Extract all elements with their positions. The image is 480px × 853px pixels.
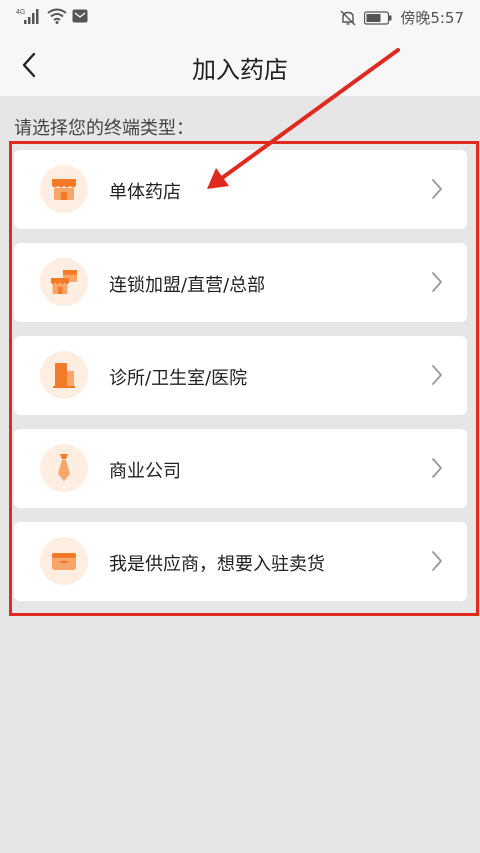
chain-stores-icon (40, 258, 88, 306)
chevron-right-icon (432, 272, 442, 292)
option-single-pharmacy[interactable]: 单体药店 (14, 150, 467, 229)
option-label: 我是供应商，想要入驻卖货 (109, 554, 325, 575)
option-supplier[interactable]: 我是供应商，想要入驻卖货 (14, 522, 467, 601)
supplier-box-icon (40, 537, 88, 585)
option-clinic-hospital[interactable]: 诊所/卫生室/医院 (14, 336, 467, 415)
battery-icon (364, 10, 392, 25)
option-label: 单体药店 (109, 182, 181, 203)
wifi-icon (47, 8, 67, 24)
necktie-icon (40, 444, 88, 492)
mute-bell-icon (340, 10, 356, 25)
chevron-right-icon (432, 179, 442, 199)
storefront-icon (40, 165, 88, 213)
section-label: 请选择您的终端类型： (14, 118, 194, 139)
option-label: 诊所/卫生室/医院 (109, 368, 248, 389)
option-label: 商业公司 (109, 461, 181, 482)
status-time: 傍晚5:57 (400, 9, 464, 27)
status-bar: 4G 傍晚5:57 (0, 0, 480, 34)
status-left: 4G (16, 7, 88, 25)
option-chain-franchise[interactable]: 连锁加盟/直营/总部 (14, 243, 467, 322)
option-commercial-company[interactable]: 商业公司 (14, 429, 467, 508)
clinic-building-icon (40, 351, 88, 399)
terminal-type-list: 单体药店 连锁加盟/直营/总部 诊所/卫生室/医院 商业公司 我是供应商，想要入… (14, 150, 467, 615)
nav-bar: 加入药店 (0, 34, 480, 96)
status-right: 傍晚5:57 (340, 7, 464, 28)
chevron-right-icon (432, 365, 442, 385)
message-notification-icon (72, 9, 88, 23)
cellular-signal-icon: 4G (16, 9, 39, 24)
page-title: 加入药店 (192, 56, 288, 84)
chevron-right-icon (432, 458, 442, 478)
network-type-text: 4G (16, 9, 25, 16)
chevron-right-icon (432, 551, 442, 571)
option-label: 连锁加盟/直营/总部 (109, 275, 266, 296)
